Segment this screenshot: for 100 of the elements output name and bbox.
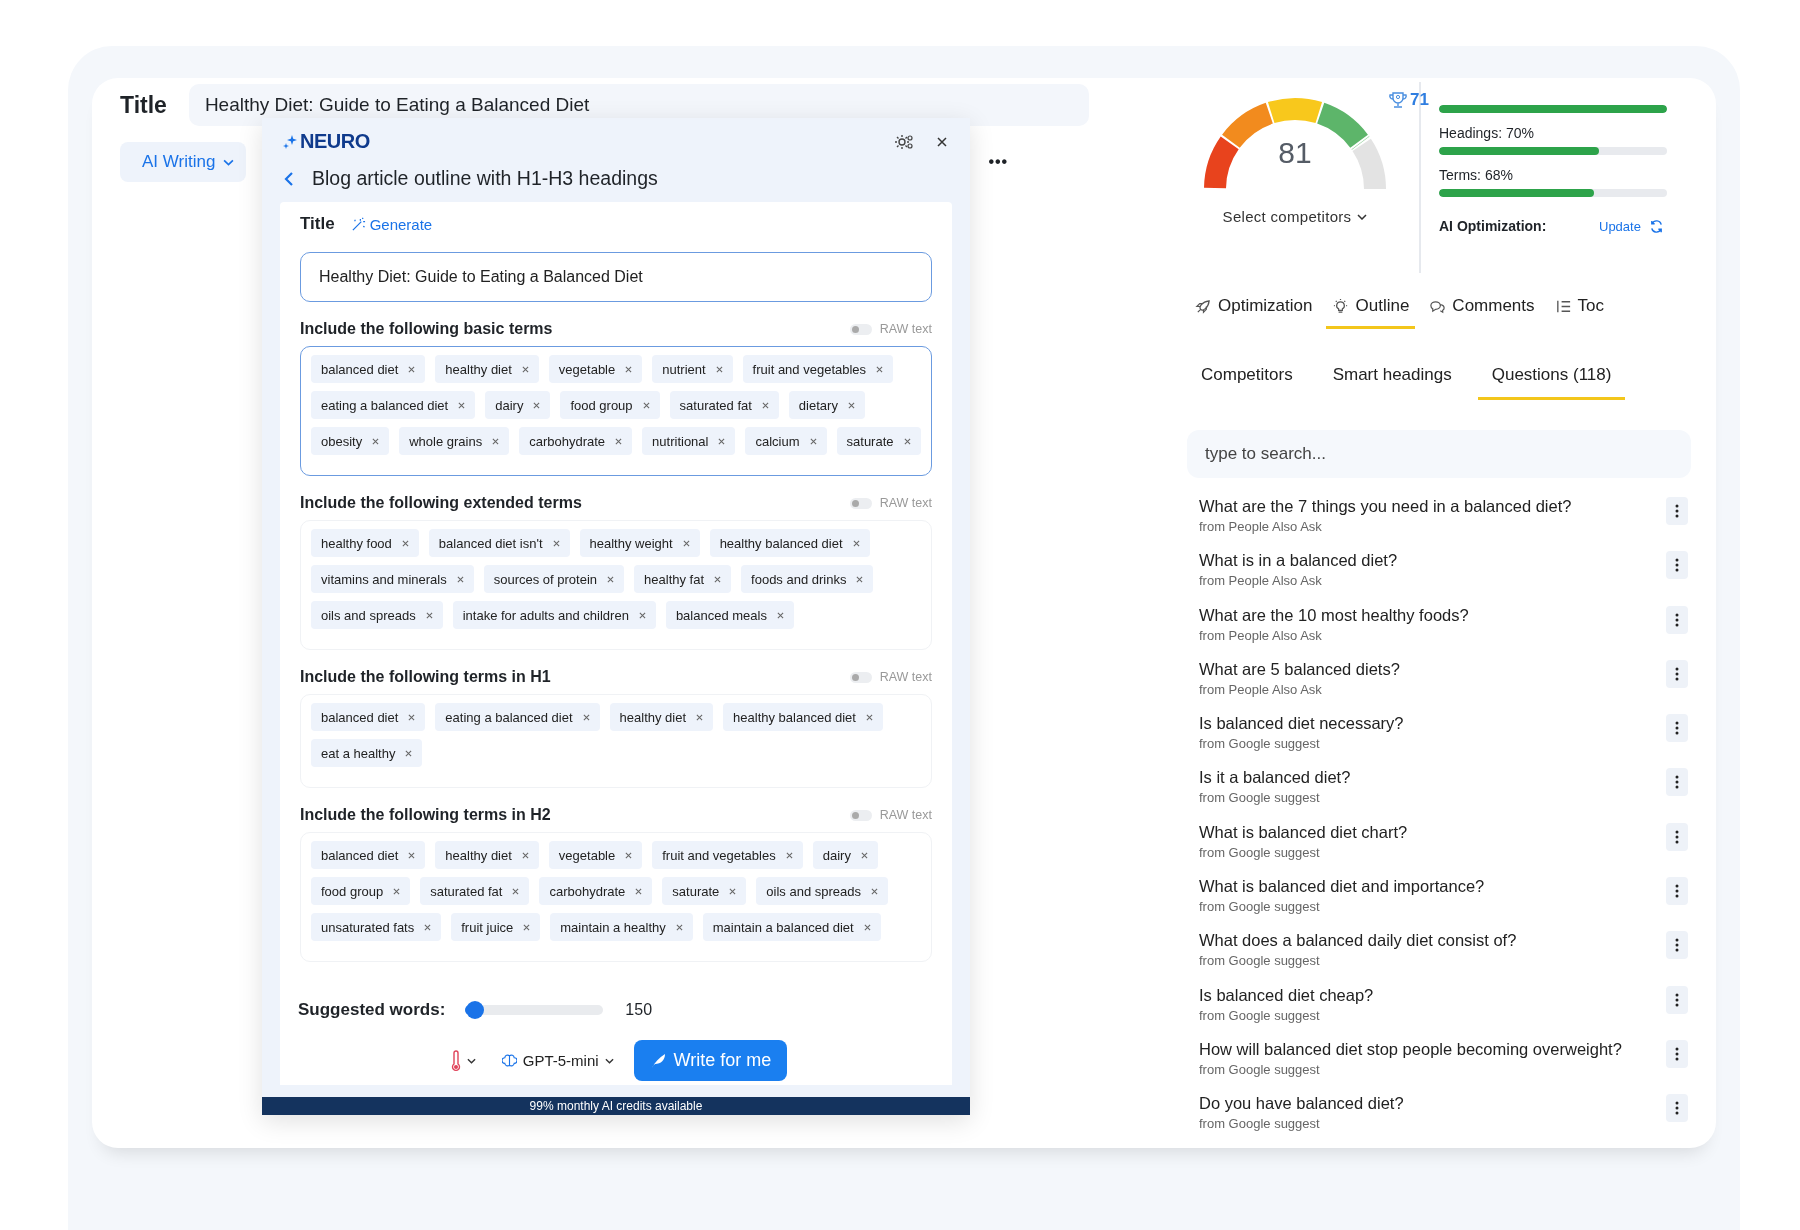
term-chip[interactable]: nutrient	[652, 355, 733, 383]
term-chip[interactable]: eating a balanced diet	[435, 703, 600, 731]
term-chip[interactable]: dairy	[812, 841, 878, 869]
search-field[interactable]: type to search...	[1187, 430, 1691, 478]
term-chip[interactable]: healthy diet	[609, 703, 714, 731]
term-chip[interactable]: healthy diet	[435, 355, 539, 383]
select-competitors-dropdown[interactable]: Select competitors	[1218, 206, 1372, 227]
remove-icon[interactable]	[405, 749, 413, 757]
term-chip[interactable]: saturate	[836, 427, 921, 455]
term-chip[interactable]: maintain a balanced diet	[702, 913, 881, 941]
term-chip[interactable]: vegetable	[548, 355, 643, 383]
tab[interactable]: Optimization	[1189, 288, 1319, 329]
question-text[interactable]: What are 5 balanced diets?	[1199, 659, 1400, 679]
remove-icon[interactable]	[863, 923, 871, 931]
question-text[interactable]: Is it a balanced diet?	[1199, 768, 1351, 788]
refresh-icon[interactable]	[1648, 218, 1664, 234]
term-chip[interactable]: unsaturated fats	[311, 913, 442, 941]
remove-icon[interactable]	[785, 851, 793, 859]
remove-icon[interactable]	[625, 365, 633, 373]
more-options-button[interactable]	[1666, 714, 1688, 743]
term-chip[interactable]: dairy	[485, 391, 551, 419]
ai-writing-dropdown[interactable]: AI Writing	[120, 142, 247, 182]
subtab[interactable]: Questions (118)	[1477, 357, 1626, 400]
term-chip[interactable]: healthy food	[311, 529, 419, 557]
remove-icon[interactable]	[675, 923, 683, 931]
question-text[interactable]: What is in a balanced diet?	[1199, 551, 1398, 571]
term-chip[interactable]: healthy weight	[579, 529, 700, 557]
more-options-button[interactable]	[1666, 551, 1688, 580]
remove-icon[interactable]	[625, 851, 633, 859]
more-options-button[interactable]	[1666, 605, 1688, 634]
term-chip[interactable]: food group	[560, 391, 660, 419]
more-options-button[interactable]	[1666, 768, 1688, 797]
remove-icon[interactable]	[492, 437, 500, 445]
remove-icon[interactable]	[552, 539, 560, 547]
update-link[interactable]: Update	[1599, 218, 1641, 234]
remove-icon[interactable]	[682, 539, 690, 547]
term-chip[interactable]: fruit and vegetables	[652, 841, 803, 869]
remove-icon[interactable]	[424, 923, 432, 931]
term-chip[interactable]: balanced meals	[665, 601, 794, 629]
toggle-switch[interactable]	[849, 497, 872, 509]
remove-icon[interactable]	[408, 713, 416, 721]
back-icon[interactable]	[284, 170, 294, 187]
more-options-button[interactable]	[1666, 1094, 1688, 1123]
term-chip[interactable]: balanced diet	[311, 841, 426, 869]
remove-icon[interactable]	[523, 923, 531, 931]
title-input[interactable]: Healthy Diet: Guide to Eating a Balanced Diet	[300, 252, 932, 302]
terms-box[interactable]	[300, 520, 932, 650]
term-chip[interactable]: obesity	[311, 427, 390, 455]
term-chip[interactable]: dietary	[788, 391, 865, 419]
question-text[interactable]: Is balanced diet cheap?	[1199, 985, 1374, 1005]
subtab[interactable]: Competitors	[1187, 357, 1307, 400]
remove-icon[interactable]	[847, 401, 855, 409]
tab[interactable]: Outline	[1326, 288, 1416, 329]
remove-icon[interactable]	[729, 887, 737, 895]
more-options-button[interactable]	[1666, 659, 1688, 688]
generate-button[interactable]: Generate	[350, 215, 433, 233]
term-chip[interactable]: intake for adults and children	[452, 601, 656, 629]
remove-icon[interactable]	[903, 437, 911, 445]
term-chip[interactable]: sources of protein	[483, 565, 625, 593]
term-chip[interactable]: saturated fat	[420, 877, 530, 905]
term-chip[interactable]: eat a healthy	[311, 739, 423, 767]
remove-icon[interactable]	[401, 539, 409, 547]
question-text[interactable]: What is balanced diet chart?	[1199, 822, 1408, 842]
question-text[interactable]: What are the 7 things you need in a balanced diet?	[1199, 497, 1572, 516]
term-chip[interactable]: saturate	[662, 877, 747, 905]
remove-icon[interactable]	[615, 437, 623, 445]
remove-icon[interactable]	[871, 887, 878, 895]
term-chip[interactable]: healthy fat	[634, 565, 732, 593]
remove-icon[interactable]	[809, 437, 817, 445]
remove-icon[interactable]	[393, 887, 401, 895]
term-chip[interactable]: nutritional	[642, 427, 736, 455]
remove-icon[interactable]	[408, 851, 416, 859]
remove-icon[interactable]	[876, 365, 884, 373]
remove-icon[interactable]	[425, 611, 433, 619]
remove-icon[interactable]	[456, 575, 464, 583]
remove-icon[interactable]	[638, 611, 646, 619]
more-options-button[interactable]	[1666, 877, 1688, 906]
question-text[interactable]: What are the 10 most healthy foods?	[1199, 605, 1469, 625]
term-chip[interactable]: oils and spreads	[311, 601, 443, 629]
term-chip[interactable]: balanced diet	[311, 703, 426, 731]
term-chip[interactable]: carbohydrate	[519, 427, 633, 455]
remove-icon[interactable]	[718, 437, 726, 445]
remove-icon[interactable]	[512, 887, 520, 895]
toggle-switch[interactable]	[849, 809, 872, 821]
term-chip[interactable]: healthy diet	[435, 841, 539, 869]
term-chip[interactable]: maintain a healthy	[550, 913, 693, 941]
remove-icon[interactable]	[696, 713, 704, 721]
term-chip[interactable]: balanced diet isn't	[428, 529, 570, 557]
model-dropdown[interactable]: GPT-5-mini	[495, 1051, 620, 1070]
more-options-button[interactable]	[1666, 822, 1688, 851]
question-text[interactable]: What is balanced diet and importance?	[1199, 877, 1485, 897]
term-chip[interactable]: carbohydrate	[539, 877, 653, 905]
tab[interactable]: Comments	[1423, 288, 1541, 329]
more-button[interactable]: •••	[988, 153, 1009, 171]
question-text[interactable]: How will balanced diet stop people becoming overweight?	[1199, 1039, 1622, 1059]
remove-icon[interactable]	[714, 575, 722, 583]
remove-icon[interactable]	[521, 851, 529, 859]
term-chip[interactable]: foods and drinks	[741, 565, 874, 593]
remove-icon[interactable]	[458, 401, 466, 409]
more-options-button[interactable]	[1666, 497, 1688, 525]
